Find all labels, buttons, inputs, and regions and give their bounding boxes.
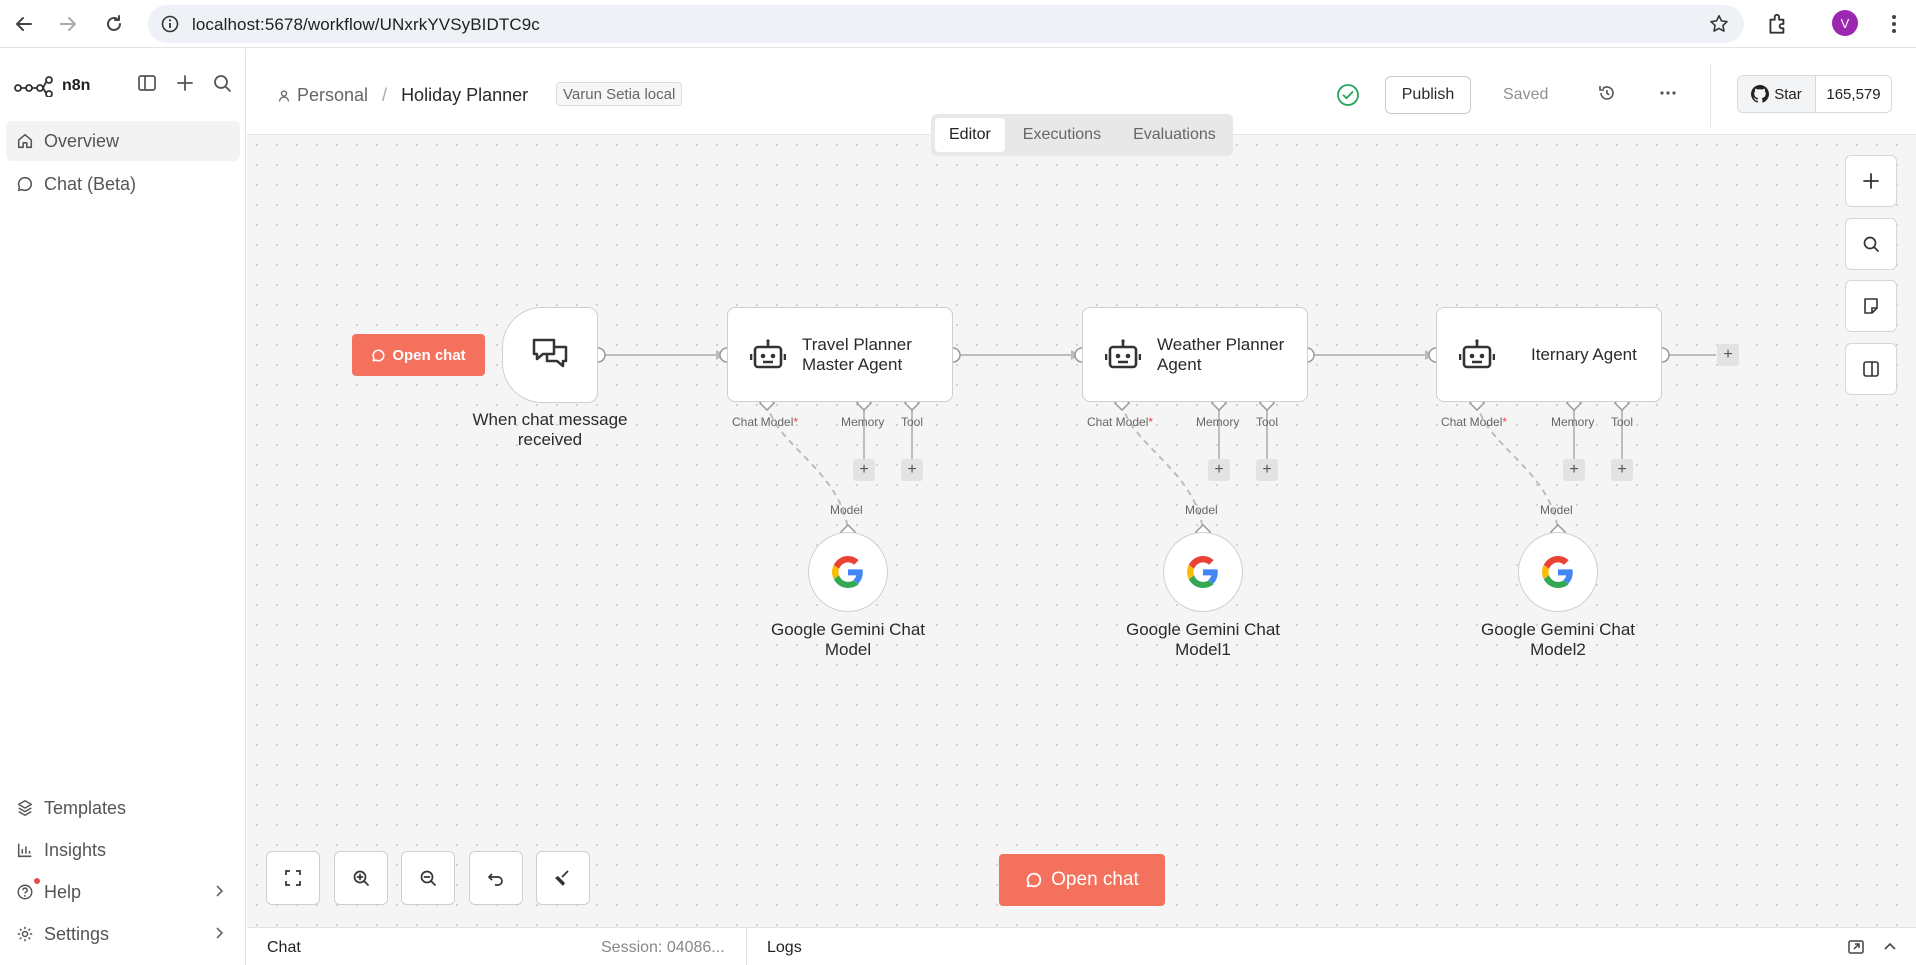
add-memory-button[interactable]: + bbox=[853, 459, 875, 481]
add-tool-button[interactable]: + bbox=[1256, 459, 1278, 481]
zoom-in-button[interactable] bbox=[334, 851, 388, 905]
port-label-tool: Tool bbox=[1256, 415, 1279, 429]
port-label-memory: Memory bbox=[1196, 415, 1240, 429]
port-label-text: Chat Model bbox=[732, 415, 794, 429]
agent-node-iternary[interactable]: Iternary Agent bbox=[1436, 307, 1662, 402]
agent-node-travel-planner[interactable]: Travel Planner Master Agent bbox=[727, 307, 953, 402]
plus-icon bbox=[1863, 173, 1879, 189]
model-label-line1: Google Gemini Chat bbox=[1125, 620, 1281, 639]
port-label-tool: Tool bbox=[1611, 415, 1634, 429]
zoom-in-icon bbox=[353, 870, 369, 886]
agent-title: Weather Planner Agent bbox=[1157, 335, 1284, 375]
tab-editor[interactable]: Editor bbox=[935, 118, 1005, 152]
model-label-line1: Google Gemini Chat bbox=[1480, 620, 1636, 639]
port-label-text: Chat Model bbox=[1087, 415, 1149, 429]
port-label-chat-model: Chat Model* bbox=[732, 415, 798, 429]
robot-icon bbox=[1105, 338, 1141, 368]
agent-title-line2: Agent bbox=[1157, 354, 1202, 374]
undo-icon bbox=[488, 873, 503, 886]
sticky-note-icon bbox=[1864, 298, 1878, 314]
undo-button[interactable] bbox=[469, 851, 523, 905]
gemini-model-label: Google Gemini Chat Model2 bbox=[1468, 620, 1648, 660]
fit-view-button[interactable] bbox=[266, 851, 320, 905]
robot-icon bbox=[1459, 338, 1495, 368]
open-chat-main-button[interactable]: Open chat bbox=[999, 854, 1165, 906]
agent-title: Iternary Agent bbox=[1531, 344, 1637, 364]
fit-view-icon bbox=[285, 870, 301, 886]
google-icon bbox=[1542, 556, 1573, 588]
gemini-model-node[interactable] bbox=[1163, 532, 1243, 612]
add-tool-button[interactable]: + bbox=[1611, 459, 1633, 481]
required-mark: * bbox=[1502, 415, 1508, 429]
gemini-model-node[interactable] bbox=[1518, 532, 1598, 612]
dashed-model-connections bbox=[766, 402, 1559, 531]
port-label-memory: Memory bbox=[1551, 415, 1595, 429]
open-chat-label: Open chat bbox=[392, 346, 466, 364]
open-chat-main-label: Open chat bbox=[1051, 869, 1139, 890]
google-icon bbox=[1187, 556, 1218, 588]
zoom-out-icon bbox=[420, 870, 436, 886]
agent-title-line1: Travel Planner bbox=[802, 334, 912, 354]
add-memory-button[interactable]: + bbox=[1208, 459, 1230, 481]
port-label-model: Model bbox=[830, 503, 863, 517]
search-icon bbox=[1863, 236, 1879, 252]
gemini-model-label: Google Gemini Chat Model1 bbox=[1113, 620, 1293, 660]
model-label-line2: Model2 bbox=[1530, 640, 1586, 659]
gemini-model-node[interactable] bbox=[808, 532, 888, 612]
view-tabs: Editor Executions Evaluations bbox=[931, 114, 1233, 156]
model-label-line2: Model1 bbox=[1175, 640, 1231, 659]
chat-messages-icon bbox=[532, 338, 568, 368]
model-label-line2: Model bbox=[824, 640, 872, 659]
agent-node-weather-planner[interactable]: Weather Planner Agent bbox=[1082, 307, 1308, 402]
port-label-text: Chat Model bbox=[1441, 415, 1503, 429]
panel-icon bbox=[1863, 361, 1879, 377]
google-icon bbox=[832, 556, 863, 588]
toggle-panel-button[interactable] bbox=[1845, 343, 1897, 395]
tab-executions[interactable]: Executions bbox=[1009, 118, 1115, 152]
tab-evaluations[interactable]: Evaluations bbox=[1119, 118, 1230, 152]
tidy-up-button[interactable] bbox=[536, 851, 590, 905]
agent-title: Travel Planner Master Agent bbox=[802, 335, 912, 375]
port-label-model: Model bbox=[1540, 503, 1573, 517]
sticky-note-button[interactable] bbox=[1845, 280, 1897, 332]
port-label-tool: Tool bbox=[901, 415, 924, 429]
required-mark: * bbox=[1148, 415, 1154, 429]
add-memory-button[interactable]: + bbox=[1563, 459, 1585, 481]
robot-icon bbox=[750, 338, 786, 368]
add-node-button[interactable]: + bbox=[1717, 344, 1739, 366]
port-label-chat-model: Chat Model* bbox=[1441, 415, 1507, 429]
broom-icon bbox=[555, 870, 569, 886]
agent-title-line1: Weather Planner bbox=[1157, 334, 1285, 354]
port-label-model: Model bbox=[1185, 503, 1218, 517]
model-label-line1: Google Gemini Chat bbox=[770, 620, 926, 639]
required-mark: * bbox=[793, 415, 799, 429]
port-label-chat-model: Chat Model* bbox=[1087, 415, 1153, 429]
open-chat-button[interactable]: Open chat bbox=[352, 334, 485, 376]
chat-trigger-node[interactable] bbox=[502, 307, 598, 403]
zoom-out-button[interactable] bbox=[401, 851, 455, 905]
agent-title-line2: Master Agent bbox=[802, 354, 903, 374]
add-node-panel-button[interactable] bbox=[1845, 155, 1897, 207]
chat-bubble-icon bbox=[372, 348, 385, 361]
chat-bubble-icon bbox=[1026, 872, 1042, 888]
trigger-node-label: When chat message received bbox=[472, 410, 628, 449]
port-label-memory: Memory bbox=[841, 415, 885, 429]
add-tool-button[interactable]: + bbox=[901, 459, 923, 481]
search-nodes-button[interactable] bbox=[1845, 218, 1897, 270]
gemini-model-label: Google Gemini Chat Model bbox=[758, 620, 938, 660]
